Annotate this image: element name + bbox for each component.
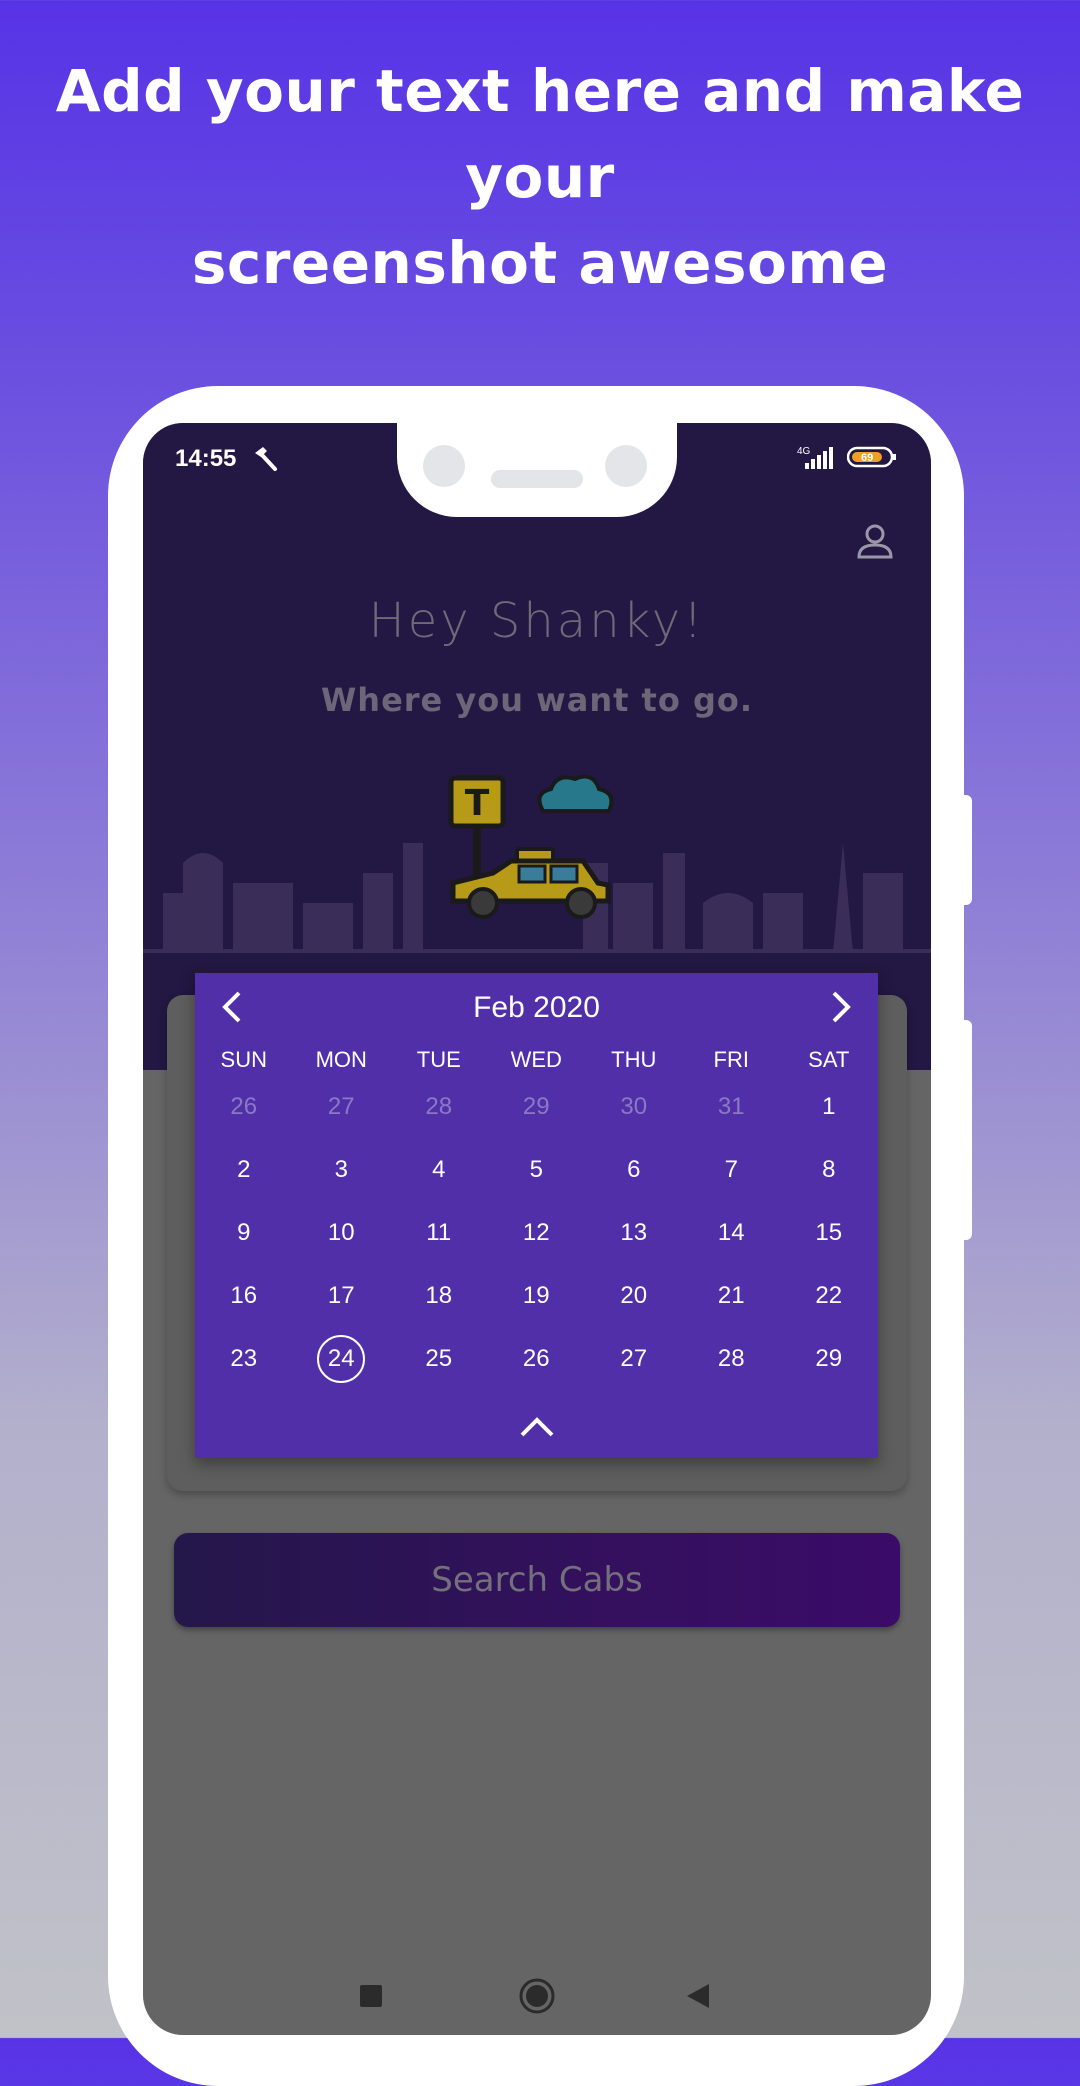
calendar-day[interactable]: 3: [293, 1144, 391, 1196]
phone-side-button-bottom: [962, 1020, 972, 1240]
promo-line-1: Add your text here and make your: [55, 57, 1025, 211]
weekday-thu: THU: [611, 1047, 657, 1072]
calendar-day[interactable]: 27: [585, 1333, 683, 1385]
greeting-text: Hey Shanky!: [368, 593, 706, 649]
calendar-day-other-month[interactable]: 28: [390, 1081, 488, 1133]
square-icon[interactable]: [358, 1983, 384, 2009]
calendar-day-other-month[interactable]: 30: [585, 1081, 683, 1133]
calendar-day[interactable]: 26: [488, 1333, 586, 1385]
calendar-day[interactable]: 16: [195, 1270, 293, 1322]
svg-text:T: T: [465, 783, 490, 824]
weekday-mon: MON: [315, 1047, 367, 1072]
calendar-day[interactable]: 19: [488, 1270, 586, 1322]
calendar-day[interactable]: 11: [390, 1207, 488, 1259]
chevron-right-icon[interactable]: [820, 987, 860, 1027]
calendar-day-other-month[interactable]: 29: [488, 1081, 586, 1133]
battery-icon: 69: [847, 446, 896, 468]
tool-icon: [255, 447, 277, 471]
triangle-back-icon[interactable]: [683, 1981, 713, 2011]
promo-headline: Add your text here and make your screens…: [0, 48, 1080, 306]
calendar-day[interactable]: 28: [683, 1333, 781, 1385]
calendar-day[interactable]: 12: [488, 1207, 586, 1259]
calendar-day[interactable]: 5: [488, 1144, 586, 1196]
calendar-day-other-month[interactable]: 27: [293, 1081, 391, 1133]
greeting-subtitle: Where you want to go.: [320, 681, 753, 719]
profile-icon[interactable]: [855, 521, 895, 561]
calendar-day[interactable]: 18: [390, 1270, 488, 1322]
calendar-day[interactable]: 1: [780, 1081, 878, 1133]
front-camera-left: [423, 445, 465, 487]
earpiece-speaker: [491, 470, 583, 488]
status-time: 14:55: [175, 445, 237, 472]
calendar-day[interactable]: 2: [195, 1144, 293, 1196]
calendar-day[interactable]: 13: [585, 1207, 683, 1259]
weekday-sun: SUN: [220, 1047, 267, 1072]
calendar-day[interactable]: 25: [390, 1333, 488, 1385]
calendar-day[interactable]: 17: [293, 1270, 391, 1322]
network-type-label: 4G: [797, 446, 811, 457]
calendar-day[interactable]: 29: [780, 1333, 878, 1385]
calendar-month-label: Feb 2020: [473, 991, 600, 1024]
calendar-day[interactable]: 6: [585, 1144, 683, 1196]
calendar-day[interactable]: 15: [780, 1207, 878, 1259]
calendar-day-selected-label: 24: [317, 1335, 366, 1383]
calendar-day[interactable]: 9: [195, 1207, 293, 1259]
calendar-day[interactable]: 7: [683, 1144, 781, 1196]
calendar-day[interactable]: 10: [293, 1207, 391, 1259]
weekday-tue: TUE: [416, 1047, 461, 1072]
calendar-day[interactable]: 23: [195, 1333, 293, 1385]
battery-level: 69: [861, 452, 873, 464]
calendar-day[interactable]: 20: [585, 1270, 683, 1322]
calendar-day[interactable]: 22: [780, 1270, 878, 1322]
camera-notch: [397, 423, 677, 517]
search-cabs-button[interactable]: Search Cabs: [174, 1533, 900, 1627]
phone-side-button-top: [962, 795, 972, 905]
calendar-day[interactable]: 8: [780, 1144, 878, 1196]
calendar-day-other-month[interactable]: 26: [195, 1081, 293, 1133]
promo-line-2: screenshot awesome: [191, 229, 889, 297]
android-nav-bar: [143, 1963, 931, 2033]
date-picker-calendar: Feb 2020 SUN MON TUE WED THU FRI SAT 26 27 28 29 3…: [195, 973, 878, 1458]
weekday-wed: WED: [510, 1047, 562, 1072]
chevron-up-icon[interactable]: [516, 1411, 558, 1441]
calendar-day-other-month[interactable]: 31: [683, 1081, 781, 1133]
front-camera-right: [605, 445, 647, 487]
weekday-fri: FRI: [713, 1047, 749, 1072]
calendar-day[interactable]: 21: [683, 1270, 781, 1322]
circle-icon[interactable]: [518, 1977, 556, 2015]
calendar-day[interactable]: 14: [683, 1207, 781, 1259]
calendar-day-selected[interactable]: 24: [293, 1333, 391, 1385]
taxi-illustration: T: [448, 774, 614, 919]
calendar-day[interactable]: 4: [390, 1144, 488, 1196]
signal-icon: 4G: [797, 446, 833, 469]
weekday-sat: SAT: [808, 1047, 850, 1072]
